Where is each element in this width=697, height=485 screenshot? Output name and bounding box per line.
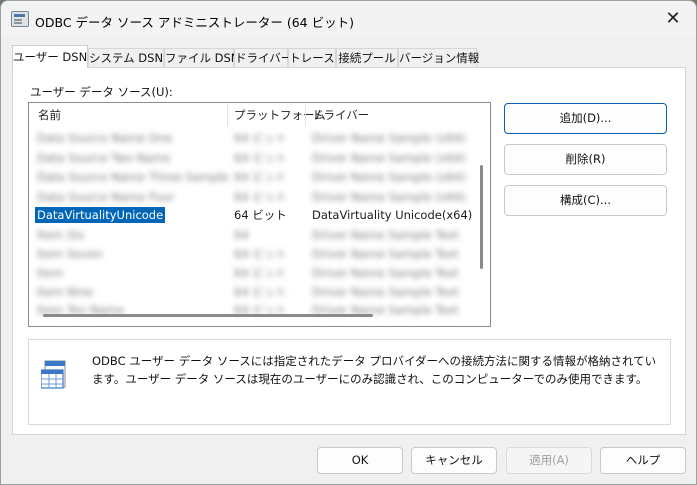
tab-tracing[interactable]: トレース	[288, 48, 336, 67]
list-item[interactable]: Item Ten Name 64 ビット Driver Name Sample …	[29, 300, 474, 320]
list-item[interactable]: Data Source Name Three Sample 64 ビット Dri…	[29, 167, 474, 187]
dsn-driver: Driver Name Sample Text	[312, 303, 459, 317]
add-button[interactable]: 追加(D)...	[504, 103, 667, 134]
dsn-platform: 64 ビット	[234, 285, 287, 299]
dsn-name: Item	[37, 266, 64, 280]
column-header-name[interactable]: 名前	[38, 103, 61, 127]
dsn-name: Item Nine	[37, 285, 93, 299]
dsn-driver: Driver Name Sample (x64)	[312, 190, 466, 204]
database-table-icon	[41, 360, 66, 389]
help-button[interactable]: ヘルプ	[600, 447, 686, 474]
dsn-driver: Driver Name Sample (x64)	[312, 151, 466, 165]
window-title: ODBC データ ソース アドミニストレーター (64 ビット)	[35, 15, 354, 30]
dsn-platform: 64 ビット	[234, 208, 287, 222]
dsn-name: Item Six	[37, 228, 85, 242]
list-item[interactable]: Data Source Name One 64 ビット Driver Name …	[29, 128, 474, 148]
column-divider[interactable]	[227, 105, 228, 126]
dsn-driver: Driver Name Sample Text	[312, 228, 459, 242]
dsn-platform: 64 ビット	[234, 266, 287, 280]
tab-file-dsn[interactable]: ファイル DSN	[164, 48, 239, 67]
user-dsn-list[interactable]: 名前 プラットフォーム ドライバー Data Source Name One 6…	[28, 102, 491, 327]
ok-button[interactable]: OK	[317, 447, 403, 474]
vertical-scrollbar[interactable]	[480, 165, 483, 269]
list-item[interactable]: Item Nine 64 ビット Driver Name Sample Text	[29, 282, 474, 302]
dsn-name: Data Source Two Name	[37, 151, 171, 165]
dsn-name: Item Seven	[37, 247, 103, 261]
dsn-platform: 64 ビット	[234, 303, 287, 317]
dsn-platform: 64	[234, 228, 249, 242]
tab-panel-user-dsn: ユーザー データ ソース(U): 名前 プラットフォーム ドライバー Data …	[12, 67, 686, 435]
dsn-driver: Driver Name Sample Text	[312, 266, 459, 280]
tab-system-dsn[interactable]: システム DSN	[88, 48, 164, 67]
remove-button[interactable]: 削除(R)	[504, 144, 667, 175]
close-button[interactable]: ✕	[650, 1, 696, 37]
column-divider[interactable]	[305, 105, 306, 126]
title-bar: ODBC データ ソース アドミニストレーター (64 ビット) ✕	[1, 1, 696, 37]
column-header-driver[interactable]: ドライバー	[312, 103, 369, 127]
list-item-selected[interactable]: DataVirtualityUnicode 64 ビット DataVirtual…	[29, 205, 474, 225]
dsn-name: Item Ten Name	[37, 303, 124, 317]
dsn-driver: Driver Name Sample Text	[312, 247, 459, 261]
dsn-platform: 64 ビット	[234, 170, 287, 184]
dsn-name: Data Source Name One	[37, 131, 173, 145]
info-description: ODBC ユーザー データ ソースには指定されたデータ プロバイダーへの接続方法…	[92, 354, 657, 386]
user-data-sources-label: ユーザー データ ソース(U):	[30, 85, 173, 99]
list-item[interactable]: Data Source Name Four 64 ビット Driver Name…	[29, 187, 474, 207]
dsn-driver: Driver Name Sample Text	[312, 285, 459, 299]
cancel-button[interactable]: キャンセル	[411, 447, 497, 474]
tab-user-dsn[interactable]: ユーザー DSN	[12, 45, 88, 68]
dsn-platform: 64 ビット	[234, 151, 287, 165]
dsn-name: Data Source Name Four	[37, 190, 175, 204]
list-item[interactable]: Item Seven 64 ビット Driver Name Sample Tex…	[29, 244, 474, 264]
dsn-name: Data Source Name Three Sample	[37, 170, 229, 184]
dsn-name: DataVirtualityUnicode	[35, 207, 166, 223]
tab-drivers[interactable]: ドライバー	[234, 48, 292, 67]
list-item[interactable]: Item 64 ビット Driver Name Sample Text	[29, 263, 474, 283]
horizontal-scrollbar[interactable]	[43, 314, 373, 317]
dsn-platform: 64 ビット	[234, 131, 287, 145]
tab-connection-pooling[interactable]: 接続プール	[336, 48, 398, 67]
apply-button[interactable]: 適用(A)	[506, 447, 592, 474]
odbc-app-icon	[11, 11, 29, 27]
dsn-platform: 64 ビット	[234, 190, 287, 204]
info-panel: ODBC ユーザー データ ソースには指定されたデータ プロバイダーへの接続方法…	[28, 339, 671, 425]
configure-button[interactable]: 構成(C)...	[504, 185, 667, 216]
dsn-driver: Driver Name Sample (x64)	[312, 170, 466, 184]
dsn-platform: 64 ビット	[234, 247, 287, 261]
list-item[interactable]: Data Source Two Name 64 ビット Driver Name …	[29, 148, 474, 168]
odbc-admin-window: ODBC データ ソース アドミニストレーター (64 ビット) ✕ ユーザー …	[0, 0, 697, 485]
dsn-driver: DataVirtuality Unicode(x64)	[312, 208, 473, 222]
tab-about[interactable]: バージョン情報	[398, 48, 479, 67]
dsn-driver: Driver Name Sample (x64)	[312, 131, 466, 145]
list-item[interactable]: Item Six 64 Driver Name Sample Text	[29, 225, 474, 245]
